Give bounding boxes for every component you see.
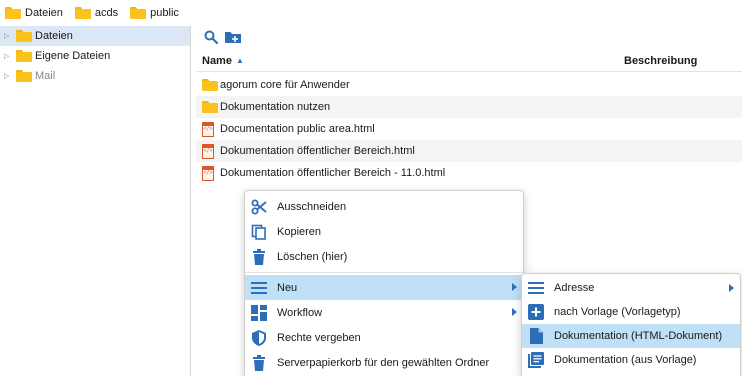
breadcrumb-item-acds[interactable]: acds bbox=[74, 7, 119, 19]
search-button[interactable] bbox=[202, 28, 220, 46]
scissors-icon bbox=[251, 199, 267, 214]
submenu-item-html-dokument[interactable]: Dokumentation (HTML-Dokument) bbox=[522, 324, 740, 348]
folder-icon bbox=[202, 79, 218, 91]
submenu-arrow-icon bbox=[512, 283, 517, 291]
file-name: Dokumentation öffentlicher Bereich - 11.… bbox=[220, 167, 446, 179]
expand-arrow-icon[interactable]: ▷ bbox=[4, 72, 14, 80]
trash-icon bbox=[253, 248, 265, 265]
html-file-icon bbox=[202, 165, 214, 181]
trash-icon bbox=[253, 354, 265, 371]
tree-item-mail[interactable]: ▷ Mail bbox=[0, 66, 190, 86]
breadcrumb: Dateien acds public bbox=[0, 0, 742, 26]
list-item[interactable]: Dokumentation öffentlicher Bereich - 11.… bbox=[196, 162, 742, 184]
copy-icon bbox=[251, 224, 266, 240]
menu-item-label: Rechte vergeben bbox=[277, 331, 361, 344]
tree-item-label: Dateien bbox=[35, 30, 73, 42]
column-header-description[interactable]: Beschreibung bbox=[624, 55, 697, 67]
new-folder-icon bbox=[225, 31, 241, 43]
new-folder-button[interactable] bbox=[224, 28, 242, 46]
menu-item-kopieren[interactable]: Kopieren bbox=[245, 219, 523, 244]
folder-icon bbox=[16, 70, 32, 82]
tree-item-eigene-dateien[interactable]: ▷ Eigene Dateien bbox=[0, 46, 190, 66]
menu-item-rechte-vergeben[interactable]: Rechte vergeben bbox=[245, 325, 523, 350]
menu-separator bbox=[245, 272, 523, 273]
folder-icon bbox=[202, 101, 218, 113]
menu-lines-icon bbox=[528, 282, 544, 294]
shield-icon bbox=[252, 329, 266, 346]
folder-icon bbox=[16, 50, 32, 62]
folder-icon bbox=[5, 7, 21, 19]
column-header-name[interactable]: Name ▲ bbox=[202, 55, 244, 67]
menu-item-label: Löschen (hier) bbox=[277, 250, 348, 263]
document-list-icon bbox=[528, 352, 544, 368]
file-name: Dokumentation öffentlicher Bereich.html bbox=[220, 145, 415, 157]
breadcrumb-label: Dateien bbox=[25, 7, 63, 19]
expand-arrow-icon[interactable]: ▷ bbox=[4, 52, 14, 60]
breadcrumb-item-dateien[interactable]: Dateien bbox=[5, 7, 63, 19]
expand-arrow-icon[interactable]: ▷ bbox=[4, 32, 14, 40]
submenu-item-aus-vorlage[interactable]: Dokumentation (aus Vorlage) bbox=[522, 348, 740, 372]
submenu-neu: Adresse nach Vorlage (Vorlagetyp) Dokume… bbox=[521, 273, 741, 376]
menu-item-workflow[interactable]: Workflow bbox=[245, 300, 523, 325]
tree-item-dateien[interactable]: ▷ Dateien bbox=[0, 26, 190, 46]
submenu-item-adresse[interactable]: Adresse bbox=[522, 276, 740, 300]
workflow-icon bbox=[251, 304, 267, 321]
list-item[interactable]: Documentation public area.html bbox=[196, 118, 742, 140]
breadcrumb-item-public[interactable]: public bbox=[130, 7, 179, 19]
breadcrumb-label: acds bbox=[94, 7, 119, 19]
menu-item-label: nach Vorlage (Vorlagetyp) bbox=[554, 306, 681, 318]
menu-item-label: Dokumentation (HTML-Dokument) bbox=[554, 330, 723, 342]
column-header-row: Name ▲ Beschreibung bbox=[196, 50, 742, 72]
menu-item-label: Kopieren bbox=[277, 225, 322, 238]
tree-item-label: Mail bbox=[35, 70, 56, 82]
document-icon bbox=[529, 328, 543, 344]
toolbar bbox=[196, 26, 742, 48]
file-name: Dokumentation nutzen bbox=[220, 101, 331, 113]
list-item[interactable]: agorum core für Anwender bbox=[196, 74, 742, 96]
menu-item-serverpapierkorb[interactable]: Serverpapierkorb für den gewählten Ordne… bbox=[245, 350, 523, 375]
folder-icon bbox=[74, 7, 91, 19]
submenu-item-nach-vorlage[interactable]: nach Vorlage (Vorlagetyp) bbox=[522, 300, 740, 324]
column-header-name-label: Name bbox=[202, 54, 232, 67]
plus-box-icon bbox=[528, 304, 544, 320]
file-name: Documentation public area.html bbox=[220, 123, 375, 135]
file-name: agorum core für Anwender bbox=[220, 79, 350, 91]
submenu-arrow-icon bbox=[729, 284, 734, 292]
menu-item-loeschen[interactable]: Löschen (hier) bbox=[245, 244, 523, 269]
menu-item-label: Serverpapierkorb für den gewählten Ordne… bbox=[277, 356, 490, 369]
sort-ascending-icon: ▲ bbox=[235, 56, 244, 65]
folder-tree: ▷ Dateien ▷ Eigene Dateien ▷ Mail bbox=[0, 26, 191, 376]
list-item[interactable]: Dokumentation öffentlicher Bereich.html bbox=[196, 140, 742, 162]
menu-item-label: Dokumentation (aus Vorlage) bbox=[554, 354, 697, 366]
search-icon bbox=[204, 30, 218, 44]
menu-item-ausschneiden[interactable]: Ausschneiden bbox=[245, 194, 523, 219]
file-list: agorum core für Anwender Dokumentation n… bbox=[196, 74, 742, 184]
tree-item-label: Eigene Dateien bbox=[35, 50, 111, 62]
menu-item-label: Adresse bbox=[554, 282, 595, 294]
submenu-arrow-icon bbox=[512, 308, 517, 316]
html-file-icon bbox=[202, 143, 214, 159]
menu-item-label: Neu bbox=[277, 281, 298, 294]
menu-item-neu[interactable]: Neu bbox=[245, 275, 523, 300]
html-file-icon bbox=[202, 121, 214, 137]
list-item[interactable]: Dokumentation nutzen bbox=[196, 96, 742, 118]
menu-item-label: Workflow bbox=[277, 306, 323, 319]
folder-icon bbox=[16, 30, 32, 42]
menu-lines-icon bbox=[251, 281, 267, 294]
context-menu: Ausschneiden Kopieren Löschen (hier) Neu… bbox=[244, 190, 524, 376]
folder-icon bbox=[130, 7, 147, 19]
breadcrumb-label: public bbox=[150, 7, 179, 19]
menu-item-label: Ausschneiden bbox=[277, 200, 347, 213]
